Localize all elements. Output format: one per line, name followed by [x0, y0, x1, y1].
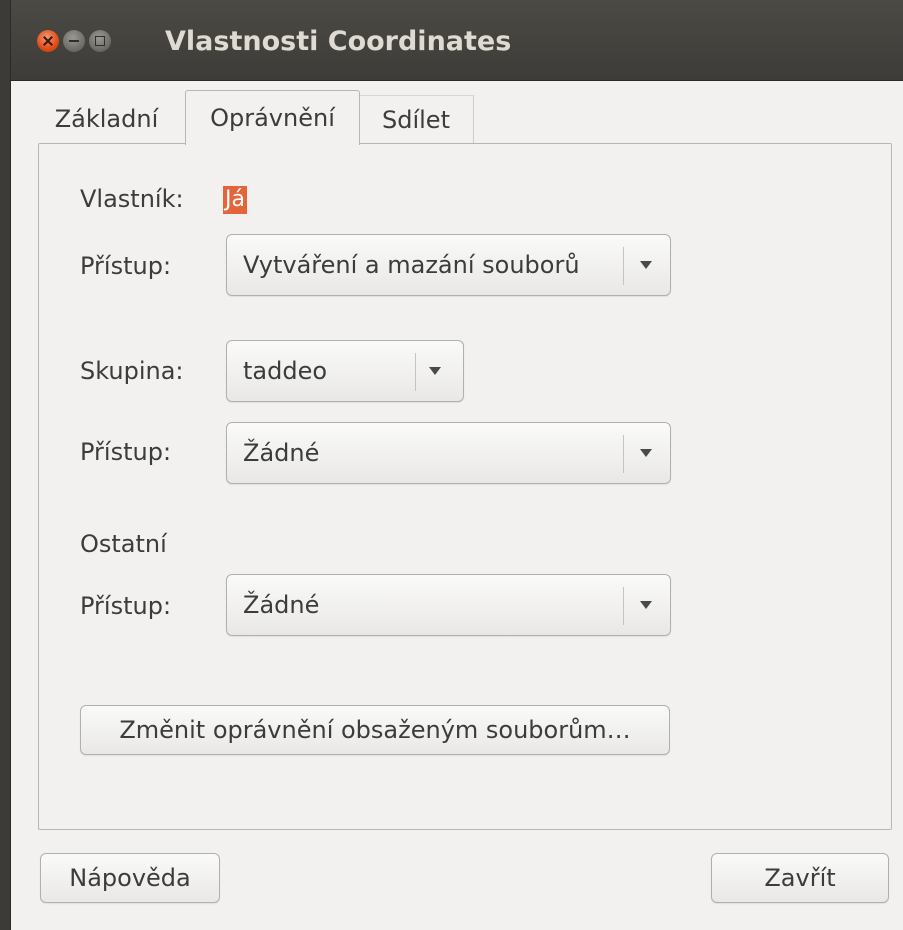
group-combo[interactable]: taddeo [226, 340, 464, 402]
others-access-label: Přístup: [80, 592, 172, 620]
owner-access-label: Přístup: [80, 252, 172, 280]
maximize-window-icon[interactable] [89, 30, 111, 52]
group-label: Skupina: [80, 357, 184, 385]
combo-separator [623, 587, 624, 625]
owner-value[interactable]: Já [223, 186, 247, 214]
properties-window: Vlastnosti Coordinates Základní Oprávněn… [10, 0, 903, 930]
owner-access-combo[interactable]: Vytváření a mazání souborů [226, 234, 671, 296]
combo-separator [415, 353, 416, 391]
others-label: Ostatní [80, 530, 167, 558]
others-access-combo[interactable]: Žádné [226, 574, 671, 636]
close-button[interactable]: Zavřít [711, 853, 889, 903]
help-button[interactable]: Nápověda [40, 853, 220, 903]
chevron-down-icon [640, 449, 652, 457]
tab-permissions[interactable]: Oprávnění [185, 90, 360, 145]
owner-access-value: Vytváření a mazání souborů [243, 251, 580, 279]
tab-share[interactable]: Sdílet [359, 95, 474, 144]
combo-separator [623, 247, 624, 285]
close-window-icon[interactable] [37, 30, 59, 52]
title-bar[interactable]: Vlastnosti Coordinates [11, 0, 903, 81]
group-value: taddeo [243, 357, 328, 385]
group-access-label: Přístup: [80, 438, 172, 466]
owner-label: Vlastník: [80, 185, 184, 213]
chevron-down-icon [640, 601, 652, 609]
window-title: Vlastnosti Coordinates [165, 26, 512, 57]
others-access-value: Žádné [243, 591, 320, 619]
minimize-window-icon[interactable] [63, 30, 85, 52]
combo-separator [623, 435, 624, 473]
group-access-value: Žádné [243, 439, 320, 467]
chevron-down-icon [429, 367, 441, 375]
group-access-combo[interactable]: Žádné [226, 422, 671, 484]
change-contents-permissions-button[interactable]: Změnit oprávnění obsaženým souborům… [80, 705, 670, 755]
chevron-down-icon [640, 261, 652, 269]
tab-basic[interactable]: Základní [28, 95, 186, 143]
